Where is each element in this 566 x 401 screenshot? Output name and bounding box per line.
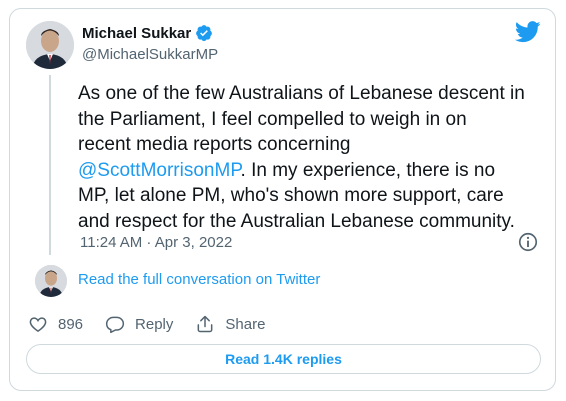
verified-badge-icon bbox=[196, 25, 213, 42]
mention-link[interactable]: @ScottMorrisonMP bbox=[78, 160, 241, 181]
reply-button[interactable]: Reply bbox=[105, 314, 173, 334]
tweet-timestamp[interactable]: 11:24 AM · Apr 3, 2022 bbox=[80, 234, 232, 251]
share-button[interactable]: Share bbox=[195, 314, 265, 334]
share-label: Share bbox=[225, 315, 266, 333]
like-count: 896 bbox=[58, 315, 84, 333]
like-button[interactable]: 896 bbox=[28, 314, 83, 334]
conversation-avatar[interactable] bbox=[35, 265, 67, 297]
reply-label: Reply bbox=[135, 315, 174, 333]
info-icon[interactable] bbox=[517, 231, 539, 253]
read-replies-button[interactable]: Read 1.4K replies bbox=[26, 344, 541, 374]
tweet-card: Michael Sukkar @MichaelSukkarMP As one o… bbox=[9, 8, 556, 391]
author-handle[interactable]: @MichaelSukkarMP bbox=[82, 46, 218, 63]
author-name-row: Michael Sukkar bbox=[82, 24, 213, 42]
tweet-text: As one of the few Australians of Lebanes… bbox=[78, 81, 548, 234]
thread-line bbox=[49, 75, 51, 255]
read-full-conversation-link[interactable]: Read the full conversation on Twitter bbox=[78, 271, 320, 288]
author-avatar[interactable] bbox=[26, 21, 74, 69]
heart-icon bbox=[29, 317, 47, 332]
author-name[interactable]: Michael Sukkar bbox=[82, 25, 191, 42]
tweet-actions: 896 Reply Share bbox=[28, 314, 287, 334]
twitter-bird-icon[interactable] bbox=[515, 21, 541, 43]
tweet-text-part-1: As one of the few Australians of Lebanes… bbox=[78, 83, 525, 155]
reply-bubble-icon bbox=[105, 316, 125, 334]
share-icon bbox=[197, 315, 213, 333]
